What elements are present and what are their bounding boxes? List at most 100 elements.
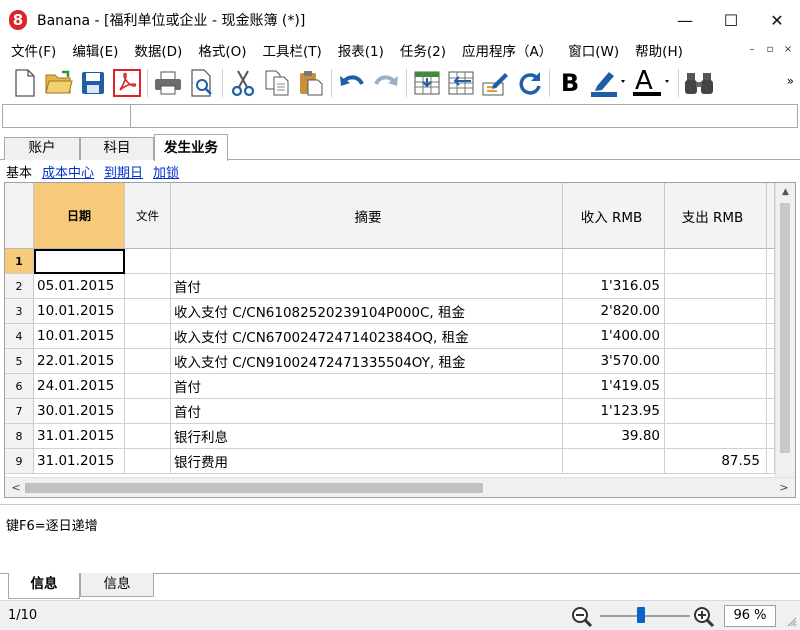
- cell-date[interactable]: 05.01.2015: [34, 274, 125, 299]
- mdi-minimize-button[interactable]: –: [746, 44, 758, 55]
- table-row[interactable]: 9 31.01.2015 银行费用 87.55: [5, 449, 775, 474]
- toolbar-overflow-icon[interactable]: »: [787, 74, 794, 88]
- cell-description[interactable]: 银行费用: [171, 449, 563, 474]
- menu-apps[interactable]: 应用程序（A）: [454, 40, 560, 64]
- cell-expense[interactable]: [665, 274, 767, 299]
- cell-income[interactable]: 2'820.00: [563, 299, 665, 324]
- cell-date[interactable]: 31.01.2015: [34, 424, 125, 449]
- vertical-scrollbar[interactable]: ▲: [775, 183, 795, 477]
- cell-date[interactable]: 30.01.2015: [34, 399, 125, 424]
- cell-edit-field[interactable]: [131, 105, 797, 127]
- font-color-icon[interactable]: A: [631, 66, 675, 100]
- paste-icon[interactable]: [294, 66, 328, 100]
- cell-date[interactable]: 10.01.2015: [34, 324, 125, 349]
- refresh-icon[interactable]: [512, 66, 546, 100]
- cell-doc[interactable]: [125, 399, 171, 424]
- cell-doc[interactable]: [125, 349, 171, 374]
- cell-doc[interactable]: [125, 449, 171, 474]
- menu-tasks[interactable]: 任务(2): [392, 40, 454, 64]
- cell-doc[interactable]: [125, 274, 171, 299]
- cell-doc[interactable]: [125, 249, 171, 274]
- menu-format[interactable]: 格式(O): [190, 40, 254, 64]
- horizontal-scrollbar[interactable]: < >: [5, 477, 795, 497]
- menu-data[interactable]: 数据(D): [126, 40, 190, 64]
- scroll-up-icon[interactable]: ▲: [776, 183, 795, 201]
- edit-icon[interactable]: [478, 66, 512, 100]
- cell-income[interactable]: 1'123.95: [563, 399, 665, 424]
- cell-date[interactable]: [34, 249, 125, 274]
- menu-reports[interactable]: 报表(1): [330, 40, 392, 64]
- zoom-in-icon[interactable]: [693, 606, 715, 630]
- menu-help[interactable]: 帮助(H): [627, 40, 691, 64]
- cell-description[interactable]: 收入支付 C/CN61082520239104P000C, 租金: [171, 299, 563, 324]
- cell-expense[interactable]: [665, 249, 767, 274]
- view-base[interactable]: 基本: [0, 162, 32, 181]
- undo-icon[interactable]: [335, 66, 369, 100]
- binoculars-icon[interactable]: [682, 66, 716, 100]
- cell-income[interactable]: 1'419.05: [563, 374, 665, 399]
- menu-window[interactable]: 窗口(W): [560, 40, 627, 64]
- mdi-close-button[interactable]: ×: [782, 44, 794, 55]
- bold-icon[interactable]: B: [553, 66, 587, 100]
- add-rows-icon[interactable]: [410, 66, 444, 100]
- cell-expense[interactable]: [665, 299, 767, 324]
- mdi-restore-button[interactable]: ▫: [764, 44, 776, 55]
- cell-doc[interactable]: [125, 374, 171, 399]
- tab-transactions[interactable]: 发生业务: [154, 134, 228, 161]
- tab-categories[interactable]: 科目: [80, 137, 154, 160]
- cell-date[interactable]: 10.01.2015: [34, 299, 125, 324]
- menu-edit[interactable]: 编辑(E): [64, 40, 126, 64]
- table-row[interactable]: 4 10.01.2015 收入支付 C/CN67002472471402384O…: [5, 324, 775, 349]
- header-income[interactable]: 收入 RMB: [563, 183, 665, 249]
- vertical-scroll-thumb[interactable]: [780, 203, 790, 453]
- redo-icon[interactable]: [369, 66, 403, 100]
- table-row[interactable]: 6 24.01.2015 首付 1'419.05: [5, 374, 775, 399]
- pdf-icon[interactable]: [110, 66, 144, 100]
- tab-accounts[interactable]: 账户: [4, 137, 80, 160]
- header-doc[interactable]: 文件: [125, 183, 171, 249]
- cell-expense[interactable]: [665, 424, 767, 449]
- cell-description[interactable]: 首付: [171, 399, 563, 424]
- resize-grip-icon[interactable]: [787, 617, 797, 627]
- cell-description[interactable]: 首付: [171, 374, 563, 399]
- cell-doc[interactable]: [125, 324, 171, 349]
- menu-toolbar[interactable]: 工具栏(T): [255, 40, 330, 64]
- maximize-button[interactable]: ☐: [708, 0, 754, 40]
- cell-doc[interactable]: [125, 424, 171, 449]
- cell-date[interactable]: 22.01.2015: [34, 349, 125, 374]
- horizontal-scroll-thumb[interactable]: [25, 483, 483, 493]
- cell-income[interactable]: [563, 449, 665, 474]
- copy-icon[interactable]: [260, 66, 294, 100]
- highlighter-icon[interactable]: [587, 66, 631, 100]
- minimize-button[interactable]: —: [662, 0, 708, 40]
- open-folder-icon[interactable]: [42, 66, 76, 100]
- cell-description[interactable]: 首付: [171, 274, 563, 299]
- cell-date[interactable]: 31.01.2015: [34, 449, 125, 474]
- table-row[interactable]: 3 10.01.2015 收入支付 C/CN61082520239104P000…: [5, 299, 775, 324]
- new-file-icon[interactable]: [8, 66, 42, 100]
- view-cost-center[interactable]: 成本中心: [42, 162, 94, 181]
- view-lock[interactable]: 加锁: [153, 162, 179, 181]
- cell-expense[interactable]: 87.55: [665, 449, 767, 474]
- cell-description[interactable]: 收入支付 C/CN67002472471402384OQ, 租金: [171, 324, 563, 349]
- cell-description[interactable]: [171, 249, 563, 274]
- cell-income[interactable]: [563, 249, 665, 274]
- cell-description[interactable]: 收入支付 C/CN91002472471335504OY, 租金: [171, 349, 563, 374]
- scroll-left-icon[interactable]: <: [7, 478, 25, 497]
- cell-reference[interactable]: [3, 105, 131, 127]
- table-row[interactable]: 2 05.01.2015 首付 1'316.05: [5, 274, 775, 299]
- cell-income[interactable]: 39.80: [563, 424, 665, 449]
- close-button[interactable]: ✕: [754, 0, 800, 40]
- zoom-level[interactable]: 96 %: [724, 605, 776, 627]
- table-row[interactable]: 8 31.01.2015 银行利息 39.80: [5, 424, 775, 449]
- header-date[interactable]: 日期: [34, 183, 125, 249]
- view-due-date[interactable]: 到期日: [104, 162, 143, 181]
- cell-doc[interactable]: [125, 299, 171, 324]
- zoom-slider-thumb[interactable]: [637, 607, 646, 623]
- info-tab-1[interactable]: 信息: [8, 573, 80, 599]
- menu-file[interactable]: 文件(F): [0, 40, 64, 64]
- zoom-slider[interactable]: [600, 607, 690, 623]
- cell-description[interactable]: 银行利息: [171, 424, 563, 449]
- cell-income[interactable]: 1'316.05: [563, 274, 665, 299]
- scroll-right-icon[interactable]: >: [775, 478, 793, 497]
